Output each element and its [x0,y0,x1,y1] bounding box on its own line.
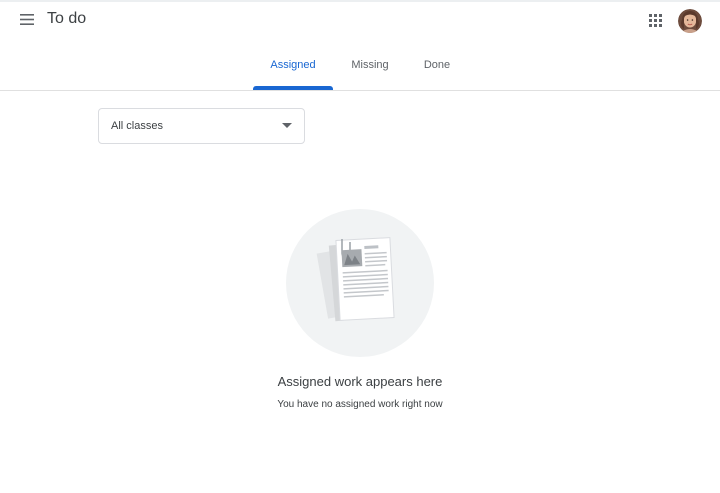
page-title: To do [47,10,87,27]
google-apps-button[interactable] [643,8,667,32]
tab-missing-label: Missing [351,59,389,71]
class-filter-value: All classes [111,120,163,132]
tab-assigned-label: Assigned [270,59,316,71]
user-avatar [678,9,702,33]
account-avatar-button[interactable] [678,9,702,33]
document-stack-illustration [286,209,434,357]
tab-done-label: Done [423,59,451,71]
empty-state-subtitle: You have no assigned work right now [277,399,443,410]
top-app-bar: To do [0,0,720,40]
tab-assigned[interactable]: Assigned [253,40,333,90]
empty-state-title: Assigned work appears here [277,374,443,389]
class-filter-select[interactable]: All classes [98,108,305,144]
main-menu-button[interactable] [14,6,40,32]
tab-missing[interactable]: Missing [340,40,400,90]
todo-page: To do Assigned Missing Done All classes … [0,0,720,493]
hamburger-menu-icon [20,13,34,25]
tab-done[interactable]: Done [412,40,462,90]
todo-tabs: Assigned Missing Done [0,40,720,91]
active-tab-indicator [253,86,333,90]
dropdown-arrow-icon [282,123,292,128]
google-apps-grid-icon [648,13,662,27]
